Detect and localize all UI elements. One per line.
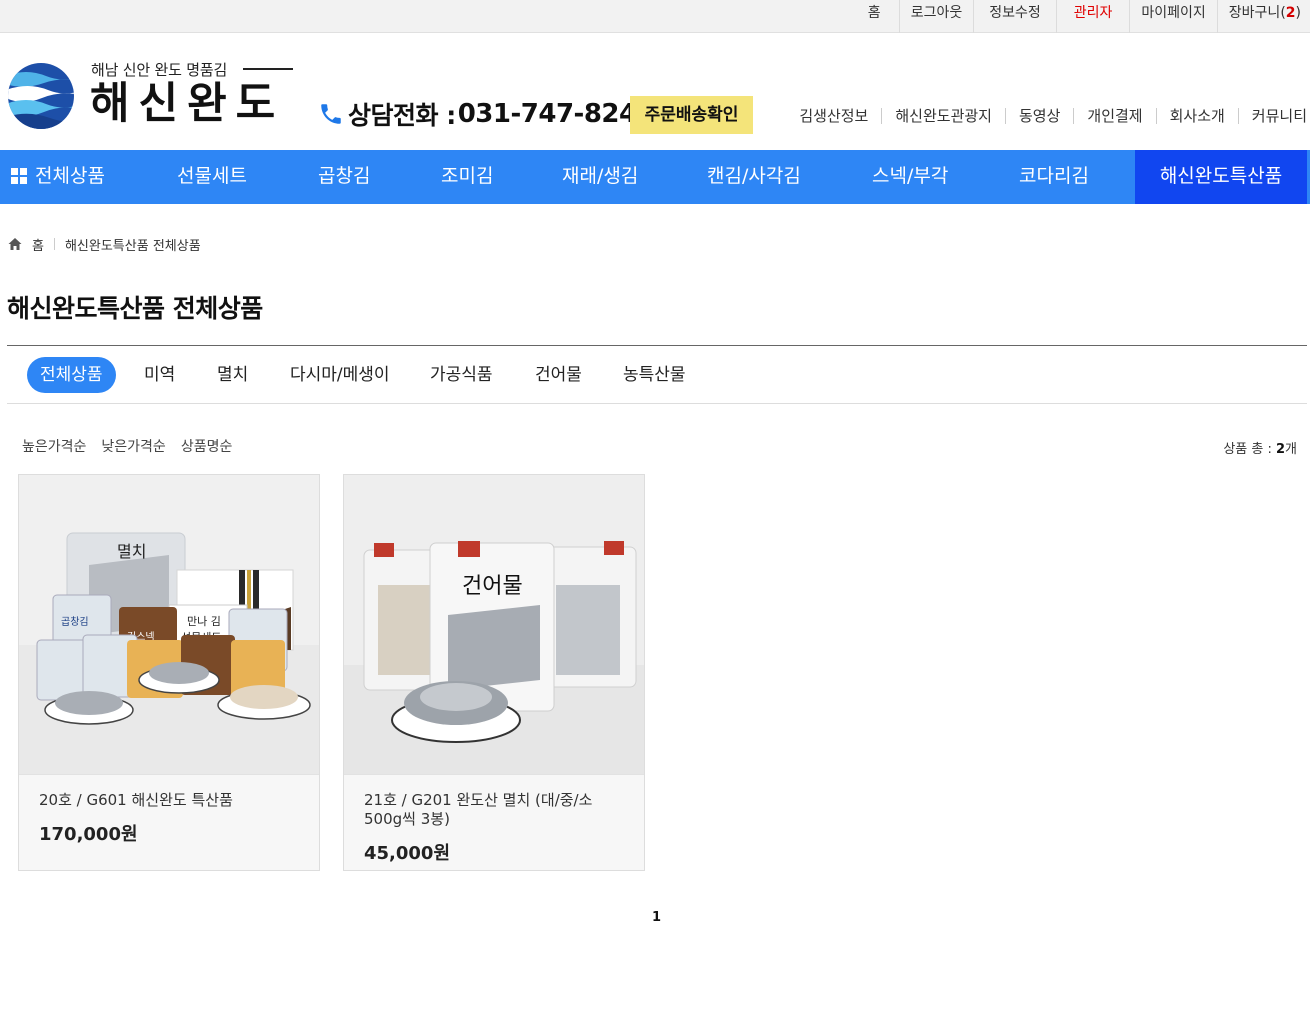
cart-link[interactable]: 장바구니(2) (1216, 0, 1310, 33)
subcat-kelp[interactable]: 다시마/메생이 (290, 357, 390, 393)
dried-anchovy-photo: 건어물 (344, 475, 644, 774)
cart-label-close: ) (1295, 5, 1301, 21)
bag-label: 멸치 (117, 542, 146, 561)
home-link[interactable]: 홈 (857, 0, 899, 33)
edit-profile-link[interactable]: 정보수정 (973, 0, 1056, 33)
cart-label: 장바구니( (1228, 5, 1286, 21)
sort-price-high[interactable]: 높은가격순 (22, 436, 86, 456)
product-name[interactable]: 21호 / G201 완도산 멸치 (대/중/소 500g씩 3봉) (364, 791, 629, 829)
product-image[interactable]: 건어물 (344, 475, 644, 775)
logo-tagline: 해남 신안 완도 명품김 (91, 61, 228, 79)
bag-label: 건어물 (462, 574, 523, 599)
sort-price-low[interactable]: 낮은가격순 (101, 436, 165, 456)
top-utility-bar: 홈 로그아웃 정보수정 관리자 마이페이지 장바구니(2) (0, 0, 1310, 33)
breadcrumb-separator (53, 238, 55, 250)
product-total: 상품 총 : 2개 (1223, 438, 1297, 457)
subcat-agricultural[interactable]: 농특산물 (623, 357, 686, 393)
order-tracking-button[interactable]: 주문배송확인 (630, 96, 753, 134)
header-link-company[interactable]: 회사소개 (1155, 108, 1238, 124)
product-price: 170,000원 (39, 824, 138, 845)
subcategory-tabs: 전체상품 미역 멸치 다시마/메생이 가공식품 건어물 농특산물 (7, 345, 1307, 404)
admin-link[interactable]: 관리자 (1055, 0, 1130, 33)
subcat-all[interactable]: 전체상품 (27, 357, 116, 393)
page-title: 해신완도특산품 전체상품 (7, 294, 263, 323)
subcat-processed[interactable]: 가공식품 (430, 357, 493, 393)
utility-links: 홈 로그아웃 정보수정 관리자 마이페이지 장바구니(2) (857, 0, 1310, 33)
total-unit: 개 (1285, 442, 1297, 457)
box-label-1: 만나 김 (187, 615, 221, 628)
logo-wave-icon[interactable] (6, 62, 76, 130)
phone-label: 상담전화 : (348, 101, 456, 130)
header-link-tour[interactable]: 해신완도관광지 (881, 108, 1005, 124)
header-link-production[interactable]: 김생산정보 (786, 108, 881, 124)
phone-icon (321, 104, 341, 124)
logo-divider (243, 68, 293, 70)
product-card[interactable]: 멸치 만나 김 선물세트 곱창김 김스넥 (18, 474, 320, 871)
main-nav: 전체상품 선물세트 곱창김 조미김 재래/생김 캔김/사각김 스넥/부각 코다리… (0, 150, 1310, 204)
breadcrumb: 홈 해신완도특산품 전체상품 (8, 235, 201, 254)
home-icon[interactable] (8, 237, 22, 251)
breadcrumb-home[interactable]: 홈 (32, 235, 44, 254)
nav-item-snack[interactable]: 스넥/부각 (872, 150, 948, 204)
logout-link[interactable]: 로그아웃 (898, 0, 974, 33)
mypage-link[interactable]: 마이페이지 (1129, 0, 1216, 33)
logo-title[interactable]: 해신완도 (90, 79, 284, 129)
cart-count: 2 (1285, 5, 1296, 21)
subcat-seaweed[interactable]: 미역 (144, 357, 175, 393)
header-links: 김생산정보 해신완도관광지 동영상 개인결제 회사소개 커뮤니티 (786, 108, 1307, 124)
phone-contact: 상담전화 : 031-747-8242 (318, 97, 655, 131)
pagination-current-page[interactable]: 1 (652, 910, 661, 925)
total-count: 2 (1275, 442, 1286, 457)
header-link-video[interactable]: 동영상 (1004, 108, 1073, 124)
grid-menu-icon (11, 168, 27, 184)
product-price: 45,000원 (364, 843, 451, 864)
nav-item-all[interactable]: 전체상품 (11, 150, 105, 204)
nav-item-gopchang[interactable]: 곱창김 (318, 150, 370, 204)
nav-item-gift-set[interactable]: 선물세트 (177, 150, 247, 204)
nav-item-seasoned[interactable]: 조미김 (441, 150, 493, 204)
nav-item-specialty[interactable]: 해신완도특산품 (1135, 150, 1307, 204)
gift-set-photo: 멸치 만나 김 선물세트 곱창김 김스넥 (19, 475, 319, 774)
header-link-payment[interactable]: 개인결제 (1073, 108, 1155, 124)
subcat-dried-fish[interactable]: 건어물 (535, 357, 582, 393)
nav-item-label: 전체상품 (35, 165, 105, 187)
phone-number: 031-747-8242 (457, 99, 655, 129)
total-label: 상품 총 : (1223, 442, 1272, 457)
nav-item-kodari[interactable]: 코다리김 (1019, 150, 1089, 204)
header-link-community[interactable]: 커뮤니티 (1237, 108, 1307, 124)
breadcrumb-current: 해신완도특산품 전체상품 (64, 238, 201, 254)
product-name[interactable]: 20호 / G601 해신완도 특산품 (39, 791, 304, 810)
nav-item-traditional[interactable]: 재래/생김 (562, 150, 638, 204)
subcat-anchovy[interactable]: 멸치 (217, 357, 248, 393)
sort-name[interactable]: 상품명순 (181, 436, 233, 456)
product-image[interactable]: 멸치 만나 김 선물세트 곱창김 김스넥 (19, 475, 319, 775)
sort-options: 높은가격순 낮은가격순 상품명순 (22, 436, 247, 456)
can-label-a: 곱창김 (61, 616, 89, 628)
product-card[interactable]: 건어물 21호 / G201 완도산 멸치 (대/중/소 500g씩 3봉) 4… (343, 474, 645, 871)
site-header: 해남 신안 완도 명품김 해신완도 상담전화 : 031-747-8242 주문… (0, 33, 1310, 150)
nav-item-can[interactable]: 캔김/사각김 (707, 150, 801, 204)
